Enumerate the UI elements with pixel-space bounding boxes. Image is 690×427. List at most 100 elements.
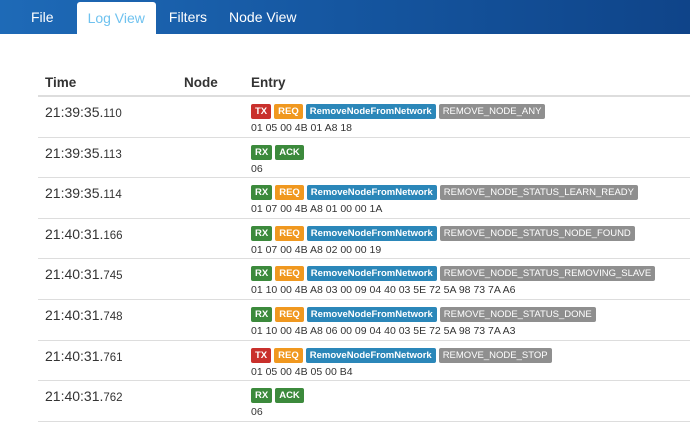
column-header-time: Time [45, 75, 77, 90]
payload-bytes: 01 10 00 4B A8 06 00 09 04 40 03 5E 72 5… [251, 324, 516, 337]
entry-cell: RX REQ RemoveNodeFromNetwork REMOVE_NODE_ST… [244, 219, 635, 259]
req-badge: REQ [275, 225, 304, 241]
rx-badge: RX [251, 185, 273, 201]
tab-log-view[interactable]: Log View [76, 2, 156, 34]
state-badge: REMOVE_NODE_STATUS_REMOVING_SLAVE [439, 266, 656, 282]
cmd-badge: RemoveNodeFromNetwork [306, 225, 437, 241]
column-header-node: Node [184, 75, 218, 90]
rx-badge: RX [251, 266, 273, 282]
payload-bytes: 01 05 00 4B 05 00 B4 [251, 365, 353, 378]
column-header-entry: Entry [251, 75, 286, 90]
node-cell [177, 219, 244, 259]
table-row[interactable]: 21:39:35.114 RX REQ RemoveNodeFromNetwork RE… [38, 178, 690, 219]
timestamp-cell: 21:40:31.748 [38, 300, 177, 340]
table-row[interactable]: 21:40:31.166 RX REQ RemoveNodeFromNetwork RE… [38, 219, 690, 260]
timestamp-main: 21:40:31. [45, 347, 104, 364]
table-row[interactable]: 21:40:31.748 RX REQ RemoveNodeFromNetwork RE… [38, 300, 690, 341]
tab-file[interactable]: File [0, 0, 75, 34]
node-cell [177, 259, 244, 299]
node-cell [177, 341, 244, 381]
state-badge: REMOVE_NODE_STATUS_DONE [439, 306, 596, 322]
badge-group: RX ACK [251, 388, 304, 404]
table-row[interactable]: 21:39:35.110 TX REQ RemoveNodeFromNetwork RE… [38, 97, 690, 138]
timestamp-main: 21:40:31. [45, 388, 104, 405]
timestamp-milliseconds: 748 [103, 310, 123, 323]
payload-bytes: 01 07 00 4B A8 02 00 00 19 [251, 243, 382, 256]
timestamp-main: 21:39:35. [45, 104, 104, 120]
badge-group: RX REQ RemoveNodeFromNetwork REMOVE_NODE_ST… [251, 306, 596, 322]
node-cell [177, 178, 244, 218]
state-badge: REMOVE_NODE_STOP [438, 347, 552, 363]
timestamp-milliseconds: 113 [103, 148, 122, 161]
log-table: Time Node Entry 21:39:35.110 TX REQ RemoveN… [38, 70, 690, 422]
state-badge: REMOVE_NODE_STATUS_LEARN_READY [439, 185, 638, 201]
table-row[interactable]: 21:39:35.113 RX ACK 06 [38, 138, 690, 179]
payload-bytes: 06 [251, 406, 263, 419]
payload-bytes: 01 05 00 4B 01 A8 18 [251, 122, 353, 134]
ack-badge: ACK [275, 144, 304, 160]
table-row[interactable]: 21:40:31.745 RX REQ RemoveNodeFromNetwork RE… [38, 259, 690, 300]
payload-bytes: 06 [251, 162, 263, 175]
timestamp-milliseconds: 114 [103, 189, 122, 202]
rx-badge: RX [251, 388, 273, 404]
timestamp-cell: 21:40:31.166 [38, 219, 177, 259]
entry-cell: RX REQ RemoveNodeFromNetwork REMOVE_NODE_ST… [244, 259, 656, 299]
node-cell [177, 138, 244, 178]
entry-cell: TX REQ RemoveNodeFromNetwork REMOVE_NODE_AN… [244, 97, 546, 137]
req-badge: REQ [275, 266, 304, 282]
rx-badge: RX [251, 225, 273, 241]
table-body: 21:39:35.110 TX REQ RemoveNodeFromNetwork RE… [38, 97, 690, 422]
timestamp-milliseconds: 762 [103, 392, 123, 405]
req-badge: REQ [275, 306, 304, 322]
tx-badge: TX [251, 104, 272, 119]
ack-badge: ACK [275, 388, 304, 404]
entry-cell: RX ACK 06 [244, 381, 304, 421]
table-row[interactable]: 21:40:31.762 RX ACK 06 [38, 381, 690, 422]
tab-node-view[interactable]: Node View [218, 0, 307, 34]
cmd-badge: RemoveNodeFromNetwork [306, 185, 437, 201]
cmd-badge: RemoveNodeFromNetwork [306, 306, 437, 322]
top-navbar: File Log View Filters Node View [0, 0, 690, 34]
node-cell [177, 381, 244, 421]
req-badge: REQ [275, 185, 304, 201]
timestamp-cell: 21:40:31.761 [38, 341, 177, 381]
entry-cell: RX REQ RemoveNodeFromNetwork REMOVE_NODE_ST… [244, 300, 596, 340]
timestamp-main: 21:39:35. [45, 185, 104, 202]
payload-bytes: 01 10 00 4B A8 03 00 09 04 40 03 5E 72 5… [251, 284, 516, 297]
timestamp-main: 21:39:35. [45, 144, 104, 161]
timestamp-main: 21:40:31. [45, 306, 104, 323]
entry-cell: RX ACK 06 [244, 138, 304, 178]
timestamp-milliseconds: 110 [103, 108, 122, 120]
payload-bytes: 01 07 00 4B A8 01 00 00 1A [251, 203, 383, 216]
badge-group: TX REQ RemoveNodeFromNetwork REMOVE_NODE_ST… [251, 347, 552, 363]
entry-cell: TX REQ RemoveNodeFromNetwork REMOVE_NODE_ST… [244, 341, 552, 381]
req-badge: REQ [274, 347, 303, 363]
badge-group: TX REQ RemoveNodeFromNetwork REMOVE_NODE_AN… [251, 104, 546, 119]
timestamp-cell: 21:39:35.114 [38, 178, 177, 218]
timestamp-milliseconds: 745 [103, 270, 123, 283]
state-badge: REMOVE_NODE_STATUS_NODE_FOUND [439, 225, 635, 241]
timestamp-cell: 21:40:31.762 [38, 381, 177, 421]
timestamp-cell: 21:39:35.113 [38, 138, 177, 178]
req-badge: REQ [274, 104, 303, 119]
badge-group: RX REQ RemoveNodeFromNetwork REMOVE_NODE_ST… [251, 266, 656, 282]
table-header: Time Node Entry [38, 70, 690, 97]
state-badge: REMOVE_NODE_ANY [438, 104, 546, 119]
cmd-badge: RemoveNodeFromNetwork [305, 104, 436, 119]
node-cell [177, 97, 244, 137]
timestamp-cell: 21:40:31.745 [38, 259, 177, 299]
timestamp-cell: 21:39:35.110 [38, 97, 177, 137]
cmd-badge: RemoveNodeFromNetwork [306, 266, 437, 282]
tab-filters[interactable]: Filters [158, 0, 218, 34]
entry-cell: RX REQ RemoveNodeFromNetwork REMOVE_NODE_ST… [244, 178, 638, 218]
badge-group: RX REQ RemoveNodeFromNetwork REMOVE_NODE_ST… [251, 185, 638, 201]
tx-badge: TX [251, 347, 272, 363]
timestamp-milliseconds: 166 [103, 229, 123, 242]
badge-group: RX REQ RemoveNodeFromNetwork REMOVE_NODE_ST… [251, 225, 635, 241]
rx-badge: RX [251, 306, 273, 322]
cmd-badge: RemoveNodeFromNetwork [305, 347, 436, 363]
timestamp-main: 21:40:31. [45, 225, 104, 242]
rx-badge: RX [251, 144, 273, 160]
badge-group: RX ACK [251, 144, 304, 160]
table-row[interactable]: 21:40:31.761 TX REQ RemoveNodeFromNetwork RE… [38, 341, 690, 382]
